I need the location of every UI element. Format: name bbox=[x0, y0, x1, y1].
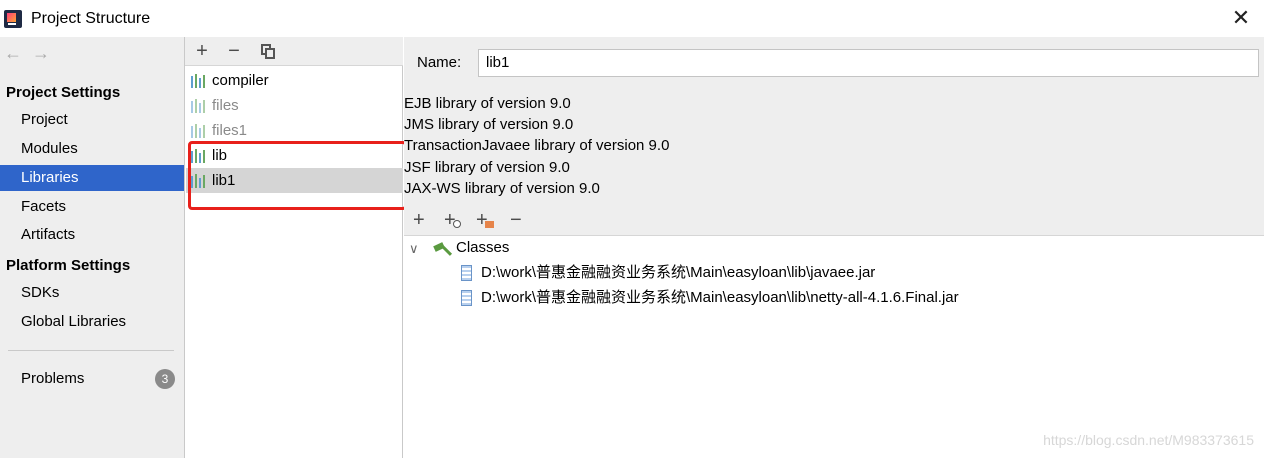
tree-node-jar[interactable]: D:\work\普惠金融融资业务系统\Main\easyloan\lib\net… bbox=[481, 286, 959, 310]
globe-overlay-icon bbox=[453, 220, 461, 228]
window-title: Project Structure bbox=[31, 10, 151, 27]
sidebar-item-project[interactable]: Project bbox=[0, 107, 184, 133]
library-icon bbox=[191, 124, 207, 138]
navigation-arrows: ←→ bbox=[4, 43, 60, 64]
folder-overlay-icon bbox=[485, 221, 494, 228]
library-label: compiler bbox=[212, 72, 269, 89]
watermark: https://blog.csdn.net/M983373615 bbox=[1043, 432, 1254, 448]
library-item-files1[interactable]: files1 bbox=[186, 118, 403, 143]
add-root-button[interactable]: + bbox=[413, 208, 425, 232]
library-icon bbox=[191, 149, 207, 163]
jar-icon bbox=[461, 290, 472, 306]
intellij-app-icon bbox=[4, 10, 22, 28]
hammer-icon bbox=[433, 242, 453, 258]
library-item-lib[interactable]: lib bbox=[186, 143, 403, 168]
remove-library-button[interactable]: − bbox=[223, 39, 245, 63]
tree-divider bbox=[404, 235, 1264, 236]
tree-node-classes[interactable]: Classes bbox=[456, 236, 509, 260]
title-bar: Project Structure ✕ bbox=[0, 0, 1264, 37]
libraries-toolbar: + − bbox=[185, 37, 403, 66]
chevron-down-icon[interactable]: ∨ bbox=[409, 241, 419, 257]
library-icon bbox=[191, 174, 207, 188]
name-label: Name: bbox=[417, 54, 462, 71]
library-description: EJB library of version 9.0 bbox=[404, 95, 571, 112]
library-item-files[interactable]: files bbox=[186, 93, 403, 118]
tree-node-jar[interactable]: D:\work\普惠金融融资业务系统\Main\easyloan\lib\jav… bbox=[481, 261, 875, 285]
forward-arrow-icon[interactable]: → bbox=[32, 43, 60, 63]
library-description: TransactionJavaee library of version 9.0 bbox=[404, 137, 670, 154]
library-label: files1 bbox=[212, 122, 248, 139]
library-item-compiler[interactable]: compiler bbox=[186, 68, 403, 93]
library-icon bbox=[191, 74, 207, 88]
library-description: JAX-WS library of version 9.0 bbox=[404, 180, 600, 197]
sidebar-divider bbox=[8, 350, 174, 351]
add-specific-button[interactable]: + bbox=[444, 208, 464, 232]
library-info-section: Name: lib1 EJB library of version 9.0 JM… bbox=[404, 37, 1264, 235]
add-library-button[interactable]: + bbox=[191, 39, 213, 63]
section-project-settings: Project Settings bbox=[6, 84, 121, 101]
library-details-panel: Name: lib1 EJB library of version 9.0 JM… bbox=[404, 37, 1264, 458]
section-platform-settings: Platform Settings bbox=[6, 257, 131, 274]
library-icon bbox=[191, 99, 207, 113]
remove-root-button[interactable]: − bbox=[510, 208, 522, 232]
sidebar-item-problems[interactable]: Problems 3 bbox=[0, 366, 184, 392]
sidebar-item-artifacts[interactable]: Artifacts bbox=[0, 222, 184, 248]
add-jar-button[interactable]: + bbox=[476, 208, 496, 232]
sidebar-item-global-libraries[interactable]: Global Libraries bbox=[0, 309, 184, 335]
problems-label: Problems bbox=[21, 370, 85, 387]
sidebar-item-sdks[interactable]: SDKs bbox=[0, 280, 184, 306]
sidebar-item-facets[interactable]: Facets bbox=[0, 194, 184, 220]
libraries-list-panel: + − compiler files files1 lib lib1 bbox=[184, 37, 403, 458]
classes-toolbar: + + + − bbox=[404, 207, 1264, 235]
library-label: files bbox=[212, 97, 239, 114]
library-description: JMS library of version 9.0 bbox=[404, 116, 574, 133]
close-button[interactable]: ✕ bbox=[1230, 7, 1252, 29]
settings-sidebar: ←→ Project Settings Project Modules Libr… bbox=[0, 37, 184, 458]
jar-icon bbox=[461, 265, 472, 281]
sidebar-item-modules[interactable]: Modules bbox=[0, 136, 184, 162]
library-item-lib1[interactable]: lib1 bbox=[186, 168, 403, 193]
library-label: lib bbox=[212, 147, 228, 164]
sidebar-item-libraries[interactable]: Libraries bbox=[0, 165, 184, 191]
library-label: lib1 bbox=[212, 172, 236, 189]
back-arrow-icon[interactable]: ← bbox=[4, 43, 32, 63]
library-name-input[interactable]: lib1 bbox=[478, 49, 1259, 77]
library-description: JSF library of version 9.0 bbox=[404, 159, 570, 176]
problems-count-badge: 3 bbox=[155, 369, 175, 389]
copy-library-icon[interactable] bbox=[261, 44, 275, 59]
